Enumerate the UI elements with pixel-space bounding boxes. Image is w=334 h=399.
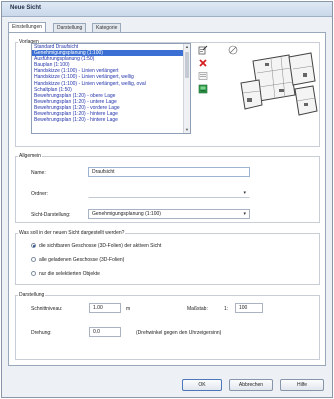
- title-bar[interactable]: Neue Sicht: [2, 2, 332, 17]
- list-item[interactable]: Bewehrungsplan (1:20) - hintere Lage: [32, 117, 190, 123]
- ordner-label: Ordner:: [31, 191, 48, 197]
- massstab-prefix: 1:: [224, 306, 229, 312]
- ok-button[interactable]: OK: [182, 379, 222, 391]
- chevron-down-icon: ▾: [243, 190, 246, 196]
- display-options-title: Was soll in der neuen Sicht dargestellt …: [18, 230, 126, 236]
- radio-visible-floors[interactable]: [31, 243, 36, 248]
- darstellung-title: Darstellung: [18, 292, 46, 298]
- list-scrollbar[interactable]: ▲ ▼: [183, 44, 190, 133]
- schnittniveau-label: Schnittniveau:: [31, 306, 63, 312]
- sicht-darstellung-dropdown[interactable]: Genehmigungsplanung (1:100) ▾: [88, 209, 250, 219]
- import-icon: [198, 84, 208, 93]
- sicht-darstellung-label: Sicht-Darstellung:: [31, 212, 71, 218]
- tab-panel-einstellungen: Vorlagen Standard Draufsicht Genehmigung…: [8, 32, 326, 366]
- radio-selected-objects[interactable]: [31, 271, 36, 276]
- name-label: Name:: [31, 170, 46, 176]
- radio-all-floors-label[interactable]: alle geladenen Geschosse (3D-Folien): [39, 257, 124, 263]
- darstellung-group: [15, 295, 320, 360]
- import-button[interactable]: [197, 83, 209, 94]
- radio-selected-objects-label[interactable]: nur die selektierten Objekte: [39, 271, 100, 277]
- tab-darstellung[interactable]: Darstellung: [53, 23, 87, 32]
- massstab-field[interactable]: 100: [235, 303, 263, 313]
- window-title: Neue Sicht: [10, 5, 42, 11]
- cancel-button[interactable]: Abbrechen: [229, 379, 273, 391]
- tab-kategorie[interactable]: Kategorie: [92, 23, 122, 32]
- scroll-up-icon[interactable]: ▲: [184, 44, 190, 50]
- drehung-field[interactable]: 0.0: [89, 327, 121, 337]
- sicht-darstellung-value: Genehmigungsplanung (1:100): [92, 211, 161, 217]
- ordner-dropdown[interactable]: ▾: [88, 188, 250, 198]
- list-button[interactable]: [197, 70, 209, 81]
- chevron-down-icon: ▾: [243, 211, 246, 217]
- massstab-label: Maßstab:: [187, 306, 208, 312]
- drehung-hint: (Drehwinkel gegen den Uhrzeigersinn): [136, 330, 222, 336]
- drehung-label: Drehung:: [31, 330, 52, 336]
- allgemein-title: Allgemein: [18, 153, 42, 159]
- schnittniveau-field[interactable]: 1.00: [89, 303, 121, 313]
- delete-button[interactable]: [197, 57, 209, 68]
- scrollbar-thumb[interactable]: [185, 52, 189, 78]
- dialog-window: Neue Sicht Einstellungen Darstellung Kat…: [1, 1, 333, 398]
- delete-icon: [199, 58, 207, 67]
- radio-all-floors[interactable]: [31, 257, 36, 262]
- template-manage-button[interactable]: [197, 44, 209, 55]
- floor-plan-preview: [228, 45, 318, 116]
- template-manage-icon: [198, 45, 208, 54]
- radio-visible-floors-label[interactable]: die sichtbaren Geschosse (3D-Folien) der…: [39, 243, 161, 249]
- list-icon: [198, 71, 208, 80]
- vorlagen-list[interactable]: Standard Draufsicht Genehmigungsplanung …: [31, 43, 191, 134]
- tab-einstellungen[interactable]: Einstellungen: [8, 22, 47, 32]
- schnittniveau-unit: m: [126, 306, 131, 312]
- help-button[interactable]: Hilfe: [280, 379, 324, 391]
- scroll-down-icon[interactable]: ▼: [184, 127, 190, 133]
- name-field[interactable]: Draufsicht: [88, 167, 250, 177]
